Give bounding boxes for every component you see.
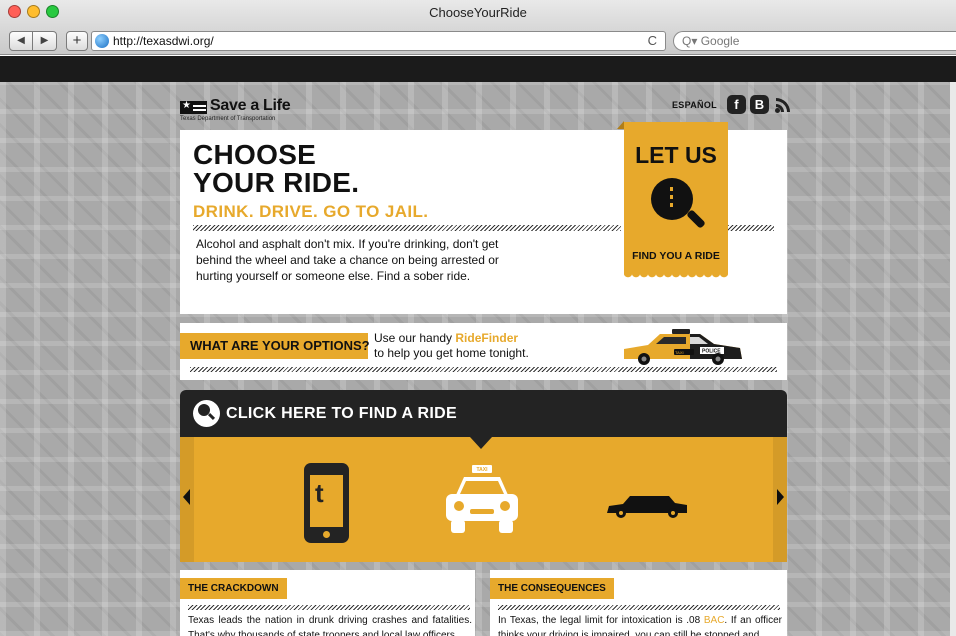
- page-content: Save a Life Texas Department of Transpor…: [0, 82, 956, 636]
- divider: [190, 367, 777, 372]
- taxi-police-car-icon: TAXI POLICE: [624, 329, 742, 365]
- let-us-find-a-ride-banner[interactable]: LET US FIND YOU A RIDE: [617, 121, 728, 279]
- consequences-text: In Texas, the legal limit for intoxicati…: [498, 615, 782, 636]
- browser-toolbar: ◀ ▶ + http://texasdwi.org/ C Q▾ Google: [0, 30, 956, 52]
- svg-text:TAXI: TAXI: [476, 467, 488, 473]
- let-us-footer: FIND YOU A RIDE: [632, 250, 720, 262]
- divider: [498, 605, 780, 610]
- crackdown-panel: THE CRACKDOWN Texas leads the nation in …: [180, 570, 475, 636]
- add-bookmark-button[interactable]: +: [66, 31, 88, 51]
- hero-body-text: Alcohol and asphalt don't mix. If you're…: [196, 237, 499, 283]
- hero-tagline: DRINK. DRIVE. GO TO JAIL.: [193, 202, 429, 221]
- divider: [188, 605, 470, 610]
- address-bar[interactable]: http://texasdwi.org/ C: [91, 31, 666, 51]
- carousel-next-arrow[interactable]: [777, 489, 784, 505]
- find-a-ride-label: CLICK HERE TO FIND A RIDE: [226, 405, 457, 422]
- logo-name: Save a Life: [210, 97, 291, 114]
- blog-icon[interactable]: B: [749, 95, 769, 114]
- crackdown-title: THE CRACKDOWN: [180, 578, 287, 599]
- logo-subtext: Texas Department of Transportation: [180, 116, 276, 122]
- crackdown-text: Texas leads the nation in drunk driving …: [188, 615, 472, 636]
- save-a-life-logo[interactable]: Save a Life Texas Department of Transpor…: [180, 97, 300, 123]
- reload-button[interactable]: C: [648, 33, 657, 48]
- phone-app-icon[interactable]: t: [304, 463, 349, 543]
- rss-icon[interactable]: [773, 95, 792, 114]
- scrollbar[interactable]: [950, 82, 956, 636]
- consequences-title: THE CONSEQUENCES: [490, 578, 614, 599]
- window-title: ChooseYourRide: [429, 5, 527, 20]
- hero-card: CHOOSE YOUR RIDE. DRINK. DRIVE. GO TO JA…: [180, 121, 787, 314]
- divider: [728, 225, 774, 231]
- texas-flag-icon: [180, 100, 207, 114]
- title-bar: ChooseYourRide: [0, 0, 956, 24]
- browser-chrome: ChooseYourRide ◀ ▶ + http://texasdwi.org…: [0, 0, 956, 55]
- ride-finder: CLICK HERE TO FIND A RIDE t TAXI: [180, 390, 787, 562]
- finder-pointer: [470, 437, 492, 449]
- url-text[interactable]: http://texasdwi.org/: [113, 34, 214, 48]
- limousine-icon[interactable]: [605, 493, 689, 519]
- social-links: ESPAÑOL f B: [672, 95, 792, 114]
- nav-buttons: ◀ ▶: [9, 31, 57, 51]
- globe-icon: [95, 34, 109, 48]
- svg-text:POLICE: POLICE: [702, 349, 721, 355]
- page-headline: CHOOSE YOUR RIDE.: [193, 139, 360, 198]
- options-text: Use our handy RideFinder to help you get…: [374, 331, 529, 360]
- taxi-icon[interactable]: TAXI: [442, 465, 522, 539]
- forward-button[interactable]: ▶: [33, 31, 57, 51]
- svg-text:TAXI: TAXI: [675, 350, 684, 355]
- let-us-title: LET US: [635, 142, 717, 168]
- ridefinder-link[interactable]: RideFinder: [455, 331, 518, 345]
- bac-link[interactable]: BAC: [704, 615, 725, 626]
- divider: [193, 225, 621, 231]
- carousel-prev-arrow[interactable]: [183, 489, 190, 505]
- search-field[interactable]: Q▾ Google: [673, 31, 956, 51]
- options-label: WHAT ARE YOUR OPTIONS?: [180, 333, 370, 359]
- options-card: WHAT ARE YOUR OPTIONS? Use our handy Rid…: [180, 323, 787, 380]
- ride-carousel: t TAXI: [180, 437, 787, 562]
- back-button[interactable]: ◀: [9, 31, 33, 51]
- search-icon: [193, 400, 220, 427]
- search-field-text: Q▾ Google: [682, 34, 740, 48]
- espanol-link[interactable]: ESPAÑOL: [672, 100, 717, 110]
- consequences-panel: THE CONSEQUENCES In Texas, the legal lim…: [490, 570, 787, 636]
- facebook-icon[interactable]: f: [726, 95, 746, 114]
- site-top-strip: [0, 56, 956, 82]
- find-a-ride-button[interactable]: CLICK HERE TO FIND A RIDE: [180, 390, 787, 437]
